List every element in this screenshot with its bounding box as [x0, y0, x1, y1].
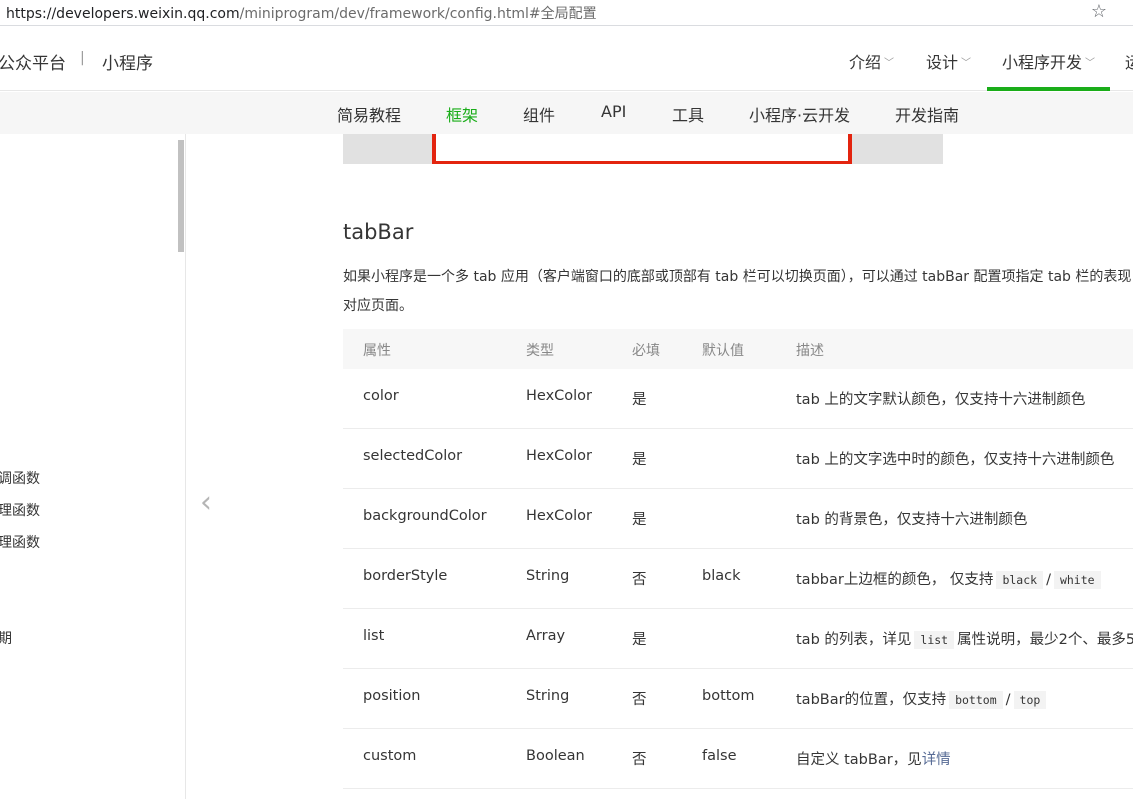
column-header: 属性 [363, 343, 391, 359]
section-description: 如果小程序是一个多 tab 应用（客户端窗口的底部或顶部有 tab 栏可以切换页… [343, 263, 1133, 321]
cell-required: 否 [632, 692, 647, 708]
desc-text: tabbar上边框的颜色， 仅支持 [796, 572, 994, 588]
tabbar-properties-table: 属性 类型 必填 默认值 描述 color HexColor 是 tab 上的文… [343, 329, 1133, 789]
cell-type: HexColor [526, 508, 593, 524]
bookmark-star-icon[interactable]: ☆ [1091, 1, 1107, 22]
cell-default: bottom [702, 688, 755, 704]
nav-item-label: 设计 [926, 53, 959, 72]
sub-nav: 简易教程 框架 组件 API 工具 小程序·云开发 开发指南 [0, 92, 1133, 134]
column-header: 必填 [632, 343, 660, 359]
brand-title[interactable]: 公众平台 [0, 49, 66, 74]
sidebar-scrollbar[interactable] [178, 140, 184, 252]
section-heading: tabBar [343, 220, 414, 244]
code-list: list [914, 631, 955, 649]
subnav-guide[interactable]: 开发指南 [895, 102, 959, 126]
table-row: list Array 是 tab 的列表，详见 list 属性说明，最少2个、最多5… [343, 609, 1133, 669]
cell-desc: tab 的列表，详见list属性说明，最少2个、最多5个 tab [796, 628, 1133, 649]
cell-type: Boolean [526, 748, 585, 764]
cell-default: false [702, 748, 737, 764]
cell-desc: tab 上的文字选中时的颜色，仅支持十六进制颜色 [796, 452, 1115, 468]
desc-text: 自定义 tabBar，见 [796, 752, 922, 768]
cell-required: 是 [632, 452, 647, 468]
chevron-down-icon: ﹀ [961, 58, 972, 69]
description-line: 如果小程序是一个多 tab 应用（客户端窗口的底部或顶部有 tab 栏可以切换页… [343, 269, 1133, 285]
code-top: top [1013, 691, 1047, 709]
subnav-components[interactable]: 组件 [523, 102, 555, 126]
sidebar-item[interactable]: 调函数 [0, 468, 40, 488]
nav-item-design[interactable]: 设计 ﹀ [926, 49, 971, 73]
chevron-down-icon: ﹀ [884, 58, 895, 69]
cell-type: String [526, 688, 570, 704]
slash: / [1046, 572, 1051, 588]
nav-item-intro[interactable]: 介绍 ﹀ [849, 49, 894, 73]
sidebar-item[interactable]: 期 [0, 628, 12, 648]
top-nav: 公众平台 | 小程序 介绍﹀ 设计﹀ 小程序开发﹀ 运 [0, 27, 1133, 91]
cell-required: 是 [632, 632, 647, 648]
cell-type: String [526, 568, 570, 584]
cell-required: 是 [632, 512, 647, 528]
subnav-framework[interactable]: 框架 [446, 102, 478, 126]
cell-prop: list [363, 628, 385, 644]
slash: / [1005, 692, 1011, 708]
cell-prop: selectedColor [363, 448, 463, 464]
url-path: /miniprogram/dev/framework/config.html#全… [239, 6, 597, 22]
desc-text: tabBar的位置，仅支持 [796, 692, 947, 708]
url-text[interactable]: https://developers.weixin.qq.com/minipro… [6, 3, 597, 23]
table-row: selectedColor HexColor 是 tab 上的文字选中时的颜色，… [343, 429, 1133, 489]
desc-text: tab 的列表，详见 [796, 632, 912, 648]
subnav-tutorial[interactable]: 简易教程 [337, 102, 401, 126]
cell-default: black [702, 568, 741, 584]
table-row: backgroundColor HexColor 是 tab 的背景色，仅支持十… [343, 489, 1133, 549]
table-header: 属性 类型 必填 默认值 描述 [343, 329, 1133, 369]
cell-prop: backgroundColor [363, 508, 487, 524]
cell-type: HexColor [526, 388, 593, 404]
chevron-down-icon: ﹀ [1085, 58, 1096, 69]
description-line: 对应页面。 [343, 298, 413, 314]
code-black: black [996, 571, 1044, 589]
cell-desc: 自定义 tabBar，见详情 [796, 748, 951, 769]
column-header: 默认值 [702, 343, 744, 359]
subnav-cloud[interactable]: 小程序·云开发 [749, 102, 850, 126]
nav-item-dev[interactable]: 小程序开发 ﹀ [986, 49, 1111, 91]
subnav-api[interactable]: API [601, 102, 626, 121]
table-row: color HexColor 是 tab 上的文字默认颜色，仅支持十六进制颜色 [343, 369, 1133, 429]
desc-text-after: 属性说明，最少2个、最多5个 tab [957, 632, 1133, 648]
subnav-tools[interactable]: 工具 [672, 102, 704, 126]
column-header: 类型 [526, 343, 554, 359]
cell-type: HexColor [526, 448, 593, 464]
cell-desc: tabBar的位置，仅支持 bottom / top [796, 688, 1049, 709]
chevron-left-icon[interactable]: ‹ [200, 488, 212, 518]
cell-prop: position [363, 688, 421, 704]
nav-item-label: 小程序开发 [1002, 53, 1083, 72]
cell-desc: tab 上的文字默认颜色，仅支持十六进制颜色 [796, 392, 1086, 408]
cell-prop: color [363, 388, 399, 404]
table-row: borderStyle String 否 black tabbar上边框的颜色，… [343, 549, 1133, 609]
details-link[interactable]: 详情 [922, 752, 951, 768]
highlight-frame [432, 134, 852, 164]
cell-desc: tab 的背景色，仅支持十六进制颜色 [796, 512, 1028, 528]
code-bottom: bottom [949, 691, 1003, 709]
cell-type: Array [526, 628, 566, 644]
browser-url-bar[interactable]: https://developers.weixin.qq.com/minipro… [0, 0, 1133, 26]
cell-required: 否 [632, 752, 647, 768]
cell-desc: tabbar上边框的颜色， 仅支持 black / white [796, 568, 1104, 589]
cell-prop: custom [363, 748, 417, 764]
sidebar: 调函数 理函数 理函数 期 [0, 134, 186, 799]
cell-required: 是 [632, 392, 647, 408]
column-header: 描述 [796, 343, 824, 359]
table-row: custom Boolean 否 false 自定义 tabBar，见详情 [343, 729, 1133, 789]
brand-subtitle[interactable]: 小程序 [102, 49, 153, 74]
cell-prop: borderStyle [363, 568, 448, 584]
url-host: https://developers.weixin.qq.com [6, 6, 240, 22]
code-white: white [1053, 571, 1101, 589]
table-row: position String 否 bottom tabBar的位置，仅支持 bo… [343, 669, 1133, 729]
sidebar-item[interactable]: 理函数 [0, 500, 40, 520]
nav-item-clipped[interactable]: 运 [1125, 49, 1133, 73]
cell-required: 否 [632, 572, 647, 588]
sidebar-item[interactable]: 理函数 [0, 532, 40, 552]
brand-separator: | [80, 50, 85, 66]
screenshot-image [343, 134, 943, 164]
nav-item-label: 介绍 [849, 53, 882, 72]
